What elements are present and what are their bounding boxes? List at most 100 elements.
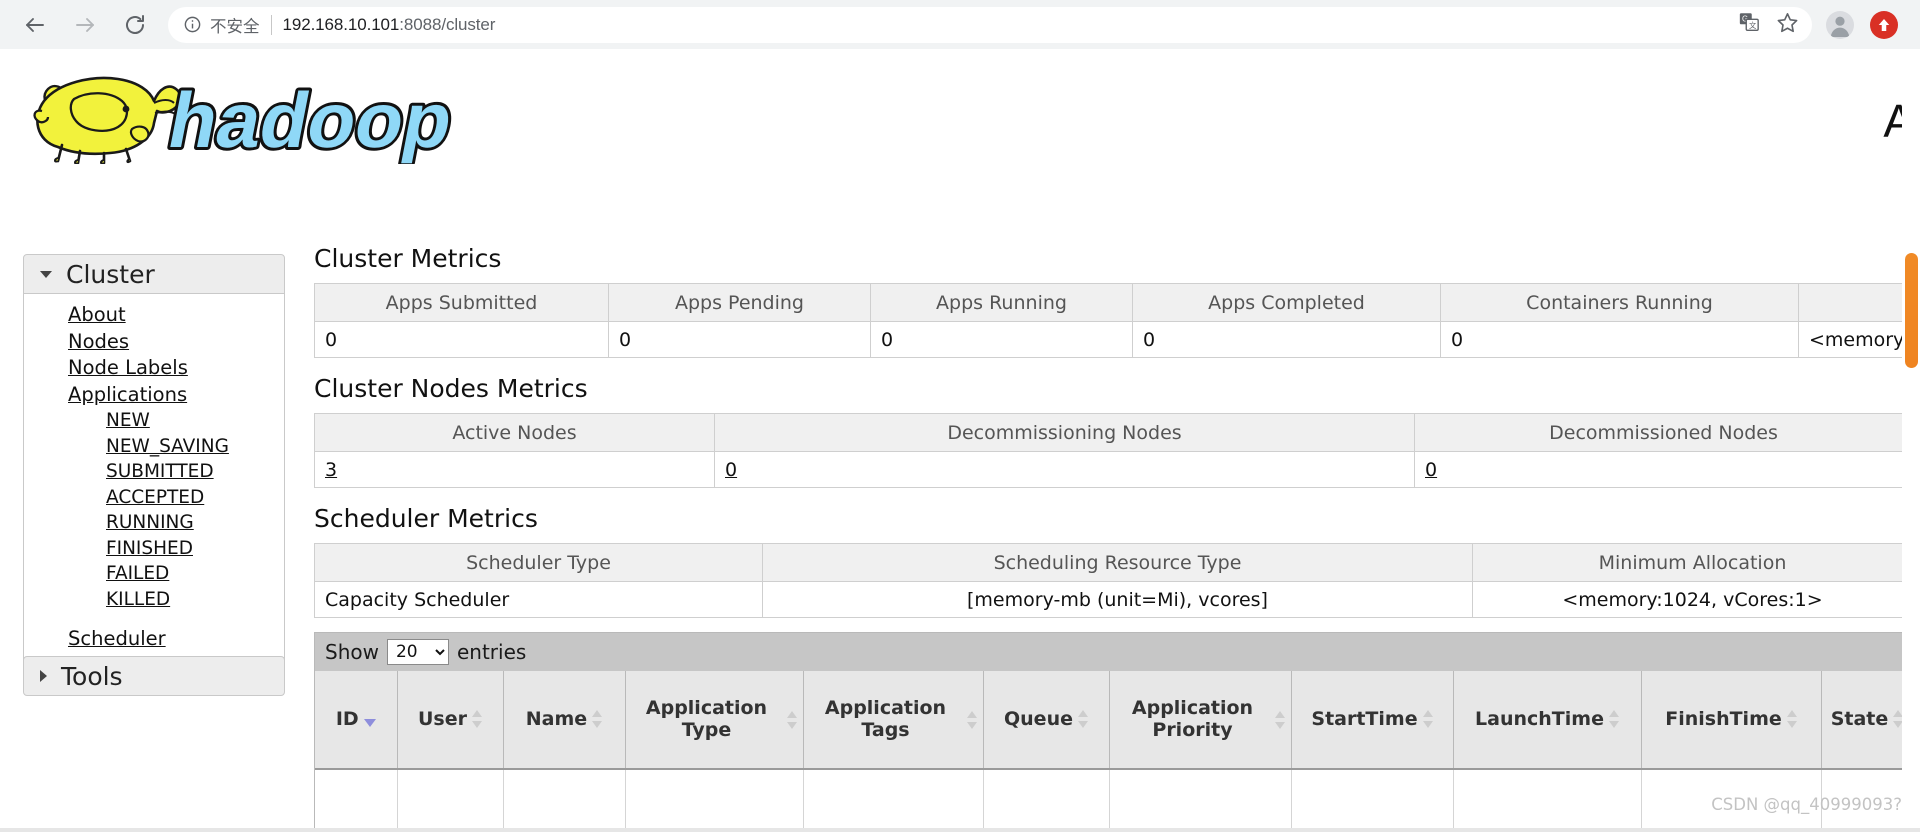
col-apps-running: Apps Running [870, 283, 1133, 322]
page-content: hadoop A Cluster About Nodes Node Labels… [0, 49, 1920, 832]
sort-desc-icon [363, 719, 376, 728]
bookmark-button[interactable] [1768, 7, 1806, 43]
back-button[interactable] [14, 4, 56, 46]
sidebar-item-new[interactable]: NEW [24, 408, 284, 434]
forward-button[interactable] [64, 4, 106, 46]
col-application-priority[interactable]: Application Priority [1109, 671, 1292, 770]
sidebar-item-node-labels[interactable]: Node Labels [24, 355, 284, 382]
decommissioning-nodes-link[interactable]: 0 [725, 459, 737, 481]
cell-empty [1109, 769, 1292, 832]
cluster-metrics-table: Apps Submitted Apps Pending Apps Running… [314, 283, 1913, 358]
omnibox-actions: G文 [1730, 7, 1812, 43]
translate-button[interactable]: G文 [1730, 7, 1768, 43]
sidebar-cluster-title: Cluster [66, 259, 155, 289]
col-containers-running: Containers Running [1440, 283, 1799, 322]
profile-button[interactable] [1818, 3, 1862, 47]
cell-empty [503, 769, 626, 832]
cell-minimum-allocation: <memory:1024, vCores:1> [1472, 581, 1913, 618]
omnibox-divider [270, 14, 272, 35]
translate-icon: G文 [1738, 11, 1760, 38]
col-finishtime-label: FinishTime [1665, 707, 1782, 730]
security-status-label: 不安全 [210, 16, 260, 36]
col-application-type-label: Application Type [645, 697, 768, 741]
col-id-label: ID [335, 707, 359, 730]
sidebar-item-failed[interactable]: FAILED [24, 561, 284, 587]
table-header-row: ID User Name Application Type Applicatio… [315, 671, 1914, 770]
reload-button[interactable] [114, 4, 156, 46]
hadoop-wordmark: hadoop [159, 74, 464, 164]
address-bar[interactable]: 不安全 192.168.10.101:8088/cluster G文 [168, 6, 1812, 43]
cell-decommissioning-nodes: 0 [714, 451, 1415, 488]
cell-decommissioned-nodes: 0 [1414, 451, 1913, 488]
col-application-tags[interactable]: Application Tags [803, 671, 984, 770]
sidebar-tools-header[interactable]: Tools [23, 656, 285, 696]
col-apps-pending: Apps Pending [608, 283, 871, 322]
sort-icon [1422, 709, 1433, 729]
col-state[interactable]: State [1821, 671, 1914, 770]
col-user-label: User [418, 707, 467, 730]
cell-empty [983, 769, 1110, 832]
applications-table-block: Show 20 50 100 entries ID [314, 632, 1914, 832]
col-launchtime-label: LaunchTime [1475, 707, 1604, 730]
col-name-label: Name [525, 707, 588, 730]
hadoop-logo[interactable]: hadoop [14, 59, 484, 164]
browser-toolbar: 不安全 192.168.10.101:8088/cluster G文 [0, 0, 1920, 49]
applications-table: ID User Name Application Type Applicatio… [315, 671, 1914, 832]
col-launchtime[interactable]: LaunchTime [1453, 671, 1642, 770]
main-content: Cluster Metrics Apps Submitted Apps Pend… [314, 244, 1914, 832]
table-row-empty [315, 769, 1914, 832]
col-minimum-allocation: Minimum Allocation [1472, 543, 1913, 582]
url-text: 192.168.10.101:8088/cluster [283, 15, 496, 35]
sidebar-item-running[interactable]: RUNNING [24, 510, 284, 536]
sidebar-item-accepted[interactable]: ACCEPTED [24, 485, 284, 511]
table-header-row: Scheduler Type Scheduling Resource Type … [314, 543, 1913, 582]
col-decommissioning-nodes: Decommissioning Nodes [714, 413, 1415, 452]
svg-text:文: 文 [1749, 21, 1757, 30]
url-host: 192.168.10.101 [282, 14, 400, 34]
col-application-type[interactable]: Application Type [625, 671, 804, 770]
sidebar-item-new-saving[interactable]: NEW_SAVING [24, 434, 284, 460]
col-name[interactable]: Name [503, 671, 626, 770]
col-queue[interactable]: Queue [983, 671, 1110, 770]
decommissioned-nodes-link[interactable]: 0 [1425, 459, 1437, 481]
svg-text:hadoop: hadoop [162, 77, 461, 164]
col-apps-completed: Apps Completed [1132, 283, 1441, 322]
cluster-nodes-metrics-title: Cluster Nodes Metrics [314, 374, 588, 403]
profile-avatar-icon [1826, 10, 1854, 39]
scrollbar-thumb[interactable] [1905, 253, 1918, 368]
sidebar-tools-panel: Tools [23, 656, 285, 696]
toolbar-right-group [1818, 3, 1920, 47]
cell-containers-running: 0 [1440, 321, 1799, 358]
active-nodes-link[interactable]: 3 [325, 459, 337, 481]
csdn-watermark: CSDN @qq_40999093? [1711, 795, 1902, 814]
update-button[interactable] [1862, 3, 1906, 47]
sort-icon [1274, 710, 1285, 730]
cell-apps-pending: 0 [608, 321, 871, 358]
sidebar-item-killed[interactable]: KILLED [24, 587, 284, 613]
cell-empty [315, 769, 398, 832]
sidebar-item-scheduler[interactable]: Scheduler [24, 626, 284, 653]
col-id[interactable]: ID [315, 671, 398, 770]
update-arrow-icon [1870, 10, 1898, 39]
info-circle-icon[interactable] [182, 15, 202, 35]
cluster-metrics-title: Cluster Metrics [314, 244, 502, 273]
cell-scheduler-type: Capacity Scheduler [314, 581, 763, 618]
cell-empty [1291, 769, 1454, 832]
bottom-edge-divider [0, 828, 1920, 832]
col-scheduling-resource-type: Scheduling Resource Type [762, 543, 1473, 582]
col-user[interactable]: User [397, 671, 504, 770]
table-row: 3 0 0 [314, 451, 1913, 488]
col-starttime[interactable]: StartTime [1291, 671, 1454, 770]
sidebar-item-submitted[interactable]: SUBMITTED [24, 459, 284, 485]
sidebar-item-nodes[interactable]: Nodes [24, 329, 284, 356]
chevron-right-icon [40, 670, 47, 682]
col-state-label: State [1830, 707, 1889, 730]
sidebar-item-finished[interactable]: FINISHED [24, 536, 284, 562]
page-scrollbar[interactable] [1902, 98, 1920, 832]
page-size-select[interactable]: 20 50 100 [386, 639, 449, 665]
sidebar-item-applications[interactable]: Applications [24, 382, 284, 409]
cell-apps-completed: 0 [1132, 321, 1441, 358]
sidebar-cluster-header[interactable]: Cluster [23, 254, 285, 294]
col-finishtime[interactable]: FinishTime [1641, 671, 1822, 770]
sidebar-item-about[interactable]: About [24, 302, 284, 329]
